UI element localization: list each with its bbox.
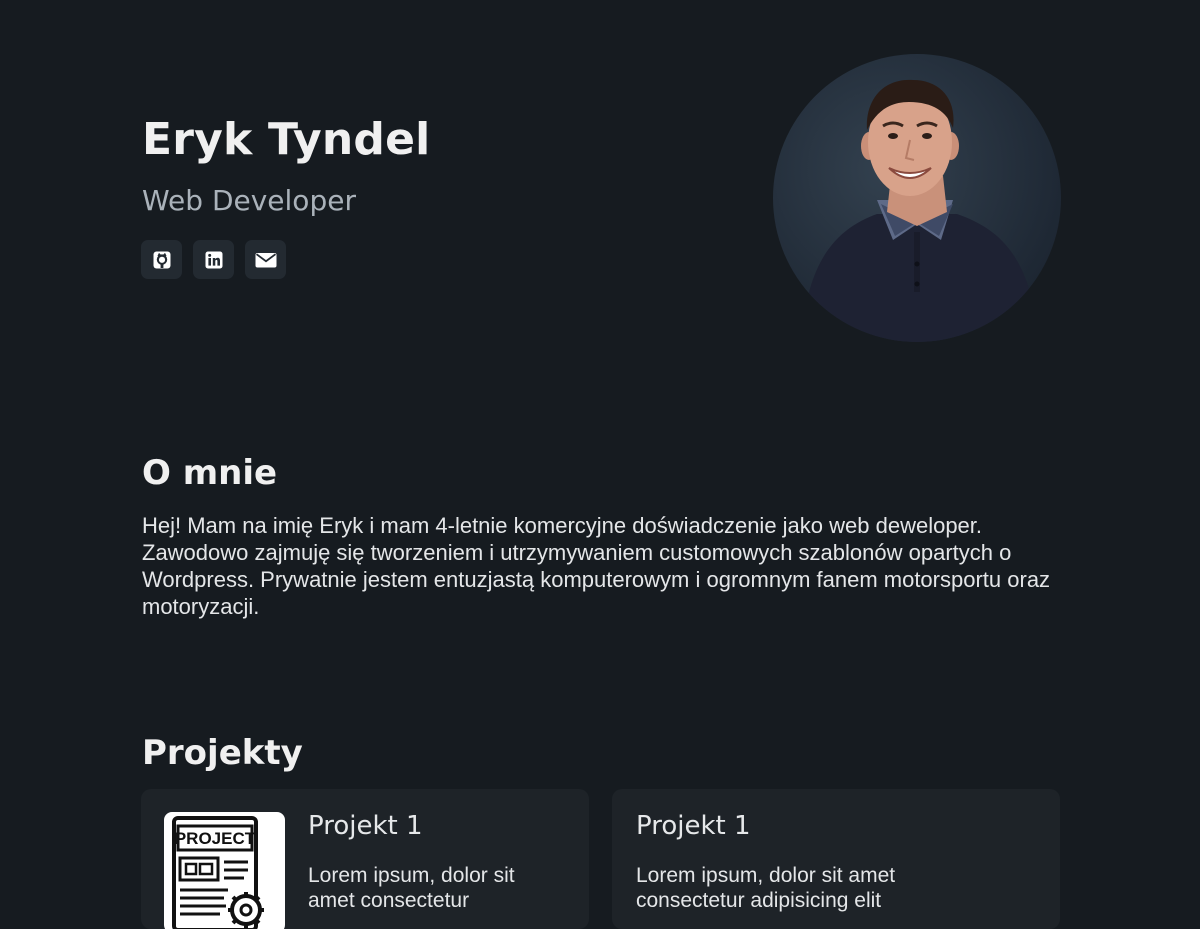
project-description: Lorem ipsum, dolor sit amet consectetur <box>308 864 515 912</box>
github-link[interactable] <box>141 240 182 279</box>
project-thumb-label: PROJECT <box>175 829 256 848</box>
about-heading: O mnie <box>142 453 278 493</box>
project-title: Projekt 1 <box>636 811 751 841</box>
linkedin-link[interactable] <box>193 240 234 279</box>
project-thumbnail: PROJECT <box>164 812 285 929</box>
projects-grid: PROJECT Projekt 1 Lorem ipsum, dolor sit… <box>141 789 1060 929</box>
about-text: Hej! Mam na imię Eryk i mam 4-letnie kom… <box>142 513 1051 619</box>
github-icon <box>153 251 170 268</box>
mail-icon <box>255 252 276 267</box>
project-description: Lorem ipsum, dolor sit amet consectetur … <box>636 864 896 912</box>
social-links <box>141 240 286 279</box>
project-title: Projekt 1 <box>308 811 423 841</box>
page-title: Eryk Tyndel <box>142 114 431 165</box>
hero-section: Eryk Tyndel Web Developer <box>0 0 1200 400</box>
projects-heading: Projekty <box>142 733 303 773</box>
email-link[interactable] <box>245 240 286 279</box>
avatar <box>773 54 1061 342</box>
linkedin-icon <box>205 251 222 268</box>
project-card[interactable]: PROJECT Projekt 1 Lorem ipsum, dolor sit… <box>141 789 589 929</box>
project-document-icon: PROJECT <box>172 816 264 929</box>
job-title: Web Developer <box>142 184 356 217</box>
project-card[interactable]: Projekt 1 Lorem ipsum, dolor sit amet co… <box>612 789 1060 929</box>
